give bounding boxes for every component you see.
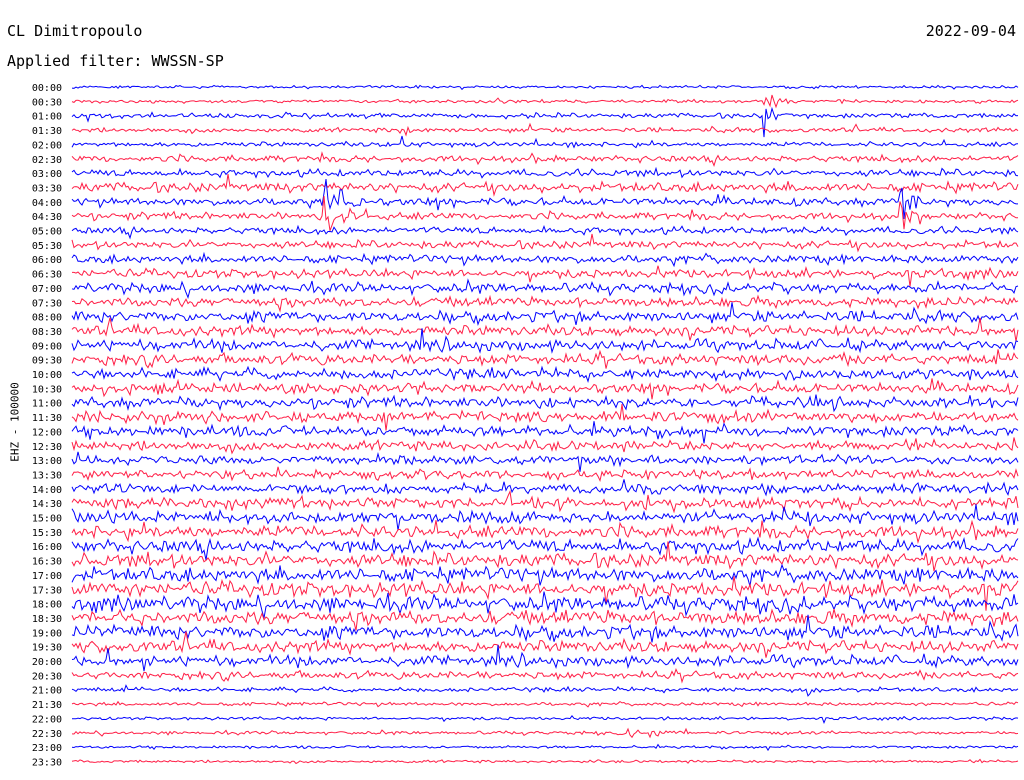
time-label-0700: 07:00 xyxy=(32,284,62,295)
trace-line-0000 xyxy=(71,84,1019,91)
time-label-0530: 05:30 xyxy=(32,241,62,252)
time-label-0730: 07:30 xyxy=(32,298,62,309)
trace-line-1330 xyxy=(71,466,1019,483)
time-label-0900: 09:00 xyxy=(32,341,62,352)
time-label-0000: 00:00 xyxy=(32,83,62,94)
trace-line-1300 xyxy=(71,451,1019,472)
time-label-1030: 10:30 xyxy=(32,384,62,395)
trace-line-2230 xyxy=(71,727,1019,739)
trace-line-0200 xyxy=(71,135,1019,149)
trace-line-0400 xyxy=(71,179,1018,219)
time-label-2100: 21:00 xyxy=(32,686,62,697)
time-label-0400: 04:00 xyxy=(32,198,62,209)
time-label-1000: 10:00 xyxy=(32,370,62,381)
trace-line-2300 xyxy=(71,743,1019,752)
trace-line-0800 xyxy=(71,302,1019,327)
time-label-1500: 15:00 xyxy=(32,514,62,525)
time-label-0230: 02:30 xyxy=(32,155,62,166)
time-label-1900: 19:00 xyxy=(32,628,62,639)
time-label-0330: 03:30 xyxy=(32,183,62,194)
trace-line-0100 xyxy=(71,106,1019,138)
trace-line-1800 xyxy=(71,591,1019,619)
trace-line-1500 xyxy=(71,504,1019,531)
time-label-2130: 21:30 xyxy=(32,700,62,711)
trace-line-0500 xyxy=(71,224,1019,240)
time-label-1600: 16:00 xyxy=(32,542,62,553)
time-label-1930: 19:30 xyxy=(32,643,62,654)
time-label-0430: 04:30 xyxy=(32,212,62,223)
time-label-0930: 09:30 xyxy=(32,356,62,367)
trace-line-0930 xyxy=(71,349,1019,369)
trace-line-0330 xyxy=(71,174,1019,197)
time-label-1200: 12:00 xyxy=(32,427,62,438)
trace-line-0130 xyxy=(71,122,1019,137)
trace-line-2330 xyxy=(71,758,1019,765)
trace-line-0300 xyxy=(71,166,1019,179)
trace-line-1000 xyxy=(71,365,1019,384)
trace-line-1930 xyxy=(71,631,1019,658)
time-label-1130: 11:30 xyxy=(32,413,62,424)
time-label-2300: 23:00 xyxy=(32,743,62,754)
time-label-layer: 00:00 00:30 01:00 01:30 02:00 02:30 03:00 03:30… xyxy=(32,83,62,768)
time-label-2200: 22:00 xyxy=(32,714,62,725)
trace-line-0630 xyxy=(72,265,1019,287)
trace-line-0830 xyxy=(71,317,1019,342)
trace-line-0030 xyxy=(71,94,1019,109)
time-label-2000: 20:00 xyxy=(32,657,62,668)
trace-line-1130 xyxy=(71,404,1019,431)
time-label-1300: 13:00 xyxy=(32,456,62,467)
trace-layer xyxy=(71,84,1019,765)
trace-line-2030 xyxy=(71,668,1019,684)
trace-line-1700 xyxy=(71,563,1019,587)
trace-line-1830 xyxy=(71,608,1019,631)
time-label-1730: 17:30 xyxy=(32,585,62,596)
time-label-0200: 02:00 xyxy=(32,140,62,151)
time-label-1100: 11:00 xyxy=(32,399,62,410)
trace-line-1100 xyxy=(71,394,1019,413)
trace-line-0700 xyxy=(71,278,1019,299)
trace-line-1230 xyxy=(71,437,1019,455)
time-label-1430: 14:30 xyxy=(32,499,62,510)
trace-line-1730 xyxy=(71,576,1019,611)
trace-line-1430 xyxy=(71,489,1019,514)
time-label-1700: 17:00 xyxy=(32,571,62,582)
time-label-0130: 01:30 xyxy=(32,126,62,137)
trace-line-1530 xyxy=(71,519,1019,545)
trace-line-1400 xyxy=(71,479,1019,497)
trace-line-0900 xyxy=(71,328,1019,354)
time-label-2230: 22:30 xyxy=(32,729,62,740)
trace-line-2200 xyxy=(71,714,1019,725)
time-label-0100: 01:00 xyxy=(32,112,62,123)
trace-line-0530 xyxy=(71,233,1019,253)
time-label-1330: 13:30 xyxy=(32,470,62,481)
time-label-1530: 15:30 xyxy=(32,528,62,539)
time-label-0800: 08:00 xyxy=(32,313,62,324)
time-label-0500: 05:00 xyxy=(32,227,62,238)
time-label-0300: 03:00 xyxy=(32,169,62,180)
trace-line-0730 xyxy=(71,294,1019,313)
trace-line-2100 xyxy=(71,684,1019,697)
trace-line-1200 xyxy=(71,421,1019,444)
trace-line-0600 xyxy=(71,251,1019,268)
time-label-1800: 18:00 xyxy=(32,600,62,611)
time-label-1400: 14:00 xyxy=(32,485,62,496)
helicorder-plot: 00:00 00:30 01:00 01:30 02:00 02:30 03:00 03:30… xyxy=(32,83,1019,768)
time-label-0030: 00:30 xyxy=(32,97,62,108)
time-label-0630: 06:30 xyxy=(32,270,62,281)
time-label-2330: 23:30 xyxy=(32,757,62,768)
time-label-1630: 16:30 xyxy=(32,557,62,568)
time-label-2030: 20:30 xyxy=(32,671,62,682)
trace-line-2130 xyxy=(71,700,1019,708)
trace-line-1030 xyxy=(71,378,1019,400)
trace-line-0230 xyxy=(71,151,1019,167)
time-label-0600: 06:00 xyxy=(32,255,62,266)
time-label-0830: 08:30 xyxy=(32,327,62,338)
time-label-1230: 12:30 xyxy=(32,442,62,453)
trace-line-2000 xyxy=(71,644,1019,672)
time-label-1830: 18:30 xyxy=(32,614,62,625)
